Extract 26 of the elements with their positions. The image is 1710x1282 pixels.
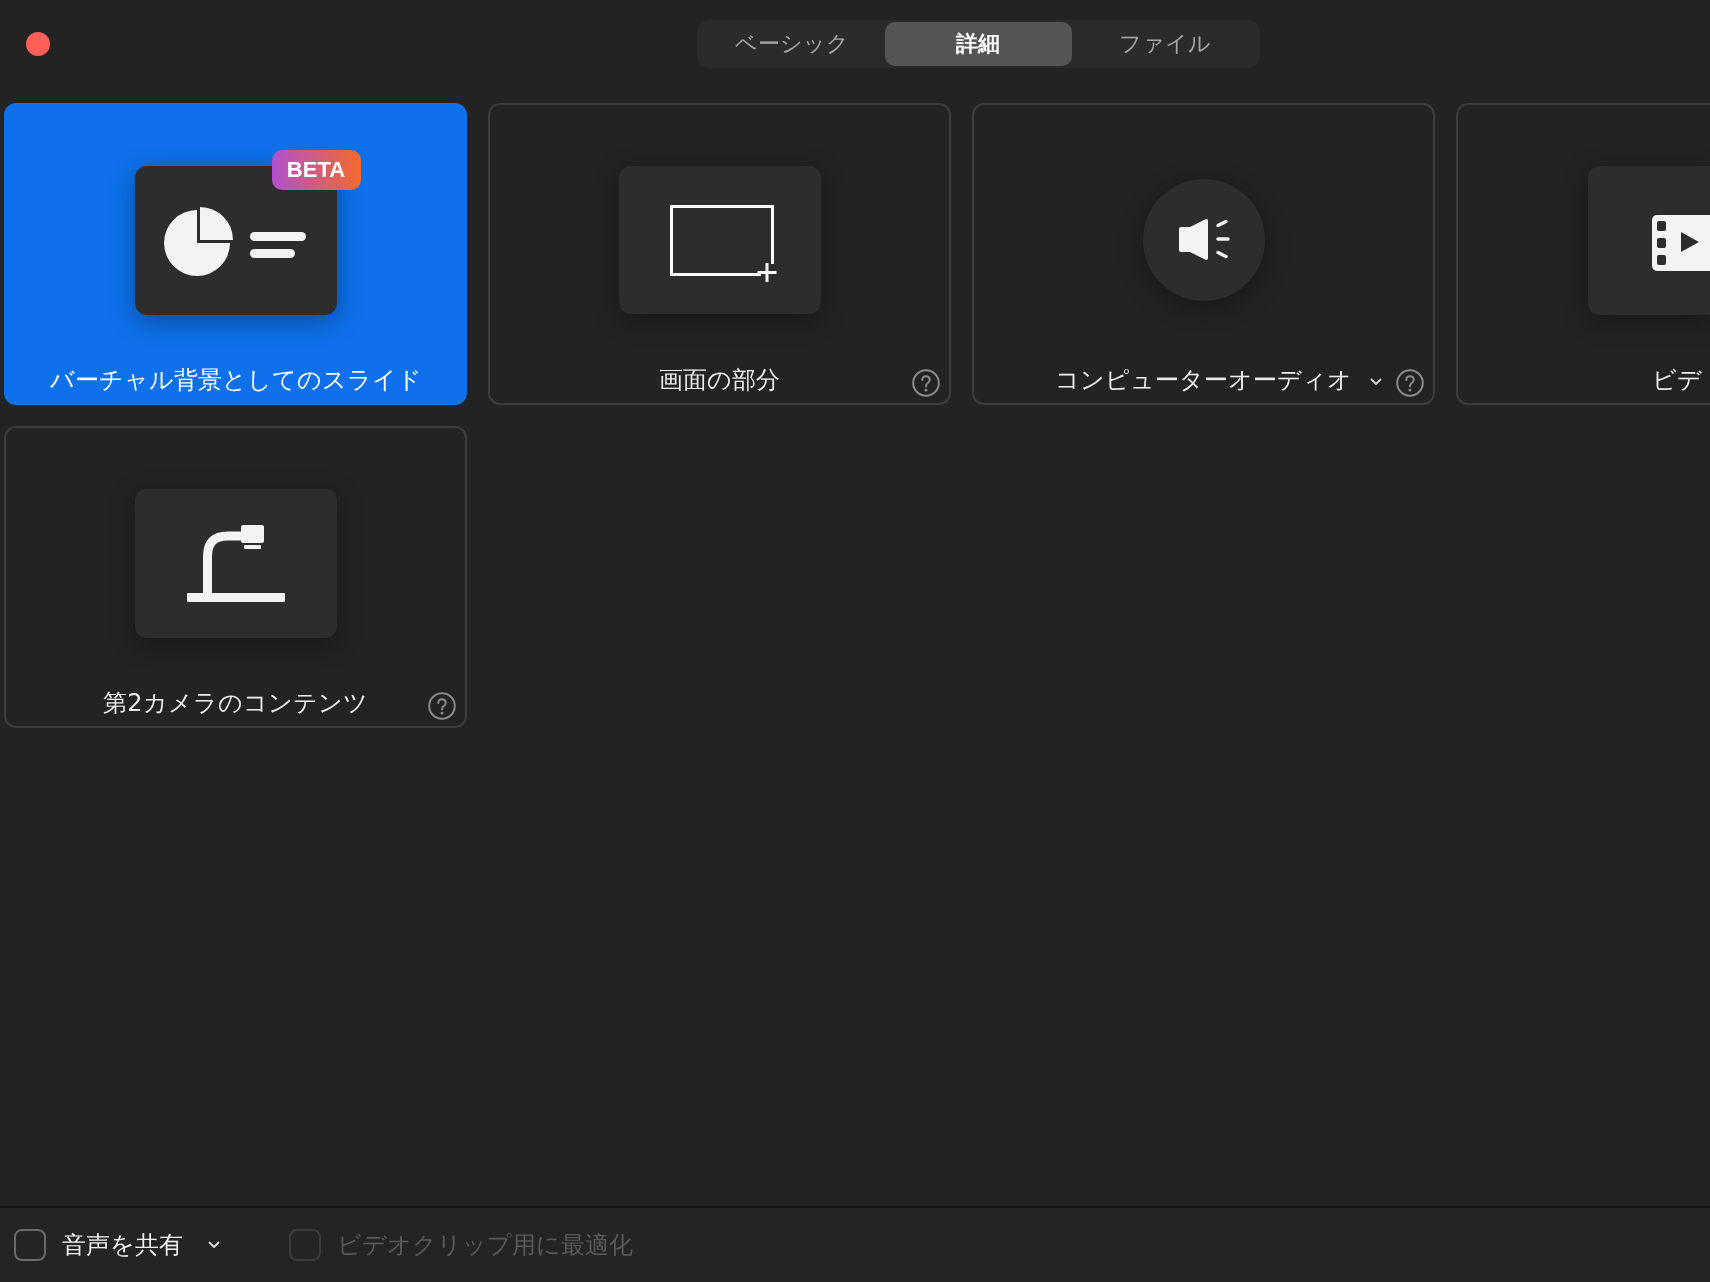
option-card[interactable]: ビデ xyxy=(1456,103,1710,405)
film-play-icon xyxy=(1588,165,1710,315)
rectangle-plus-icon xyxy=(618,166,821,314)
checkbox-label: 音声を共有 xyxy=(62,1230,183,1261)
option-label: 画面の部分 xyxy=(659,365,780,395)
option-label: バーチャル背景としてのスライド xyxy=(49,365,422,395)
option-card[interactable]: コンピューターオーディオ xyxy=(972,103,1435,405)
beta-badge: BETA xyxy=(271,149,361,190)
chevron-down-icon[interactable] xyxy=(208,1241,220,1249)
option-label: コンピューターオーディオ xyxy=(1055,365,1352,395)
speaker-icon xyxy=(1142,179,1265,301)
close-icon[interactable] xyxy=(26,32,50,56)
option-card[interactable]: BETA バーチャル背景としてのスライド xyxy=(4,103,467,405)
tab[interactable]: 詳細 xyxy=(885,22,1072,66)
option-card[interactable]: 画面の部分 xyxy=(488,103,951,405)
option-card[interactable]: 第2カメラのコンテンツ xyxy=(4,426,467,728)
chevron-down-icon[interactable] xyxy=(1370,378,1382,386)
help-icon[interactable] xyxy=(912,369,940,397)
document-camera-icon xyxy=(134,488,337,638)
option-label: 第2カメラのコンテンツ xyxy=(103,688,368,718)
help-icon[interactable] xyxy=(428,692,456,720)
help-icon[interactable] xyxy=(1396,369,1424,397)
tab[interactable]: ベーシック xyxy=(699,22,886,66)
checkbox[interactable] xyxy=(14,1229,46,1261)
tab[interactable]: ファイル xyxy=(1071,22,1258,66)
option-label: ビデ xyxy=(1652,365,1702,395)
